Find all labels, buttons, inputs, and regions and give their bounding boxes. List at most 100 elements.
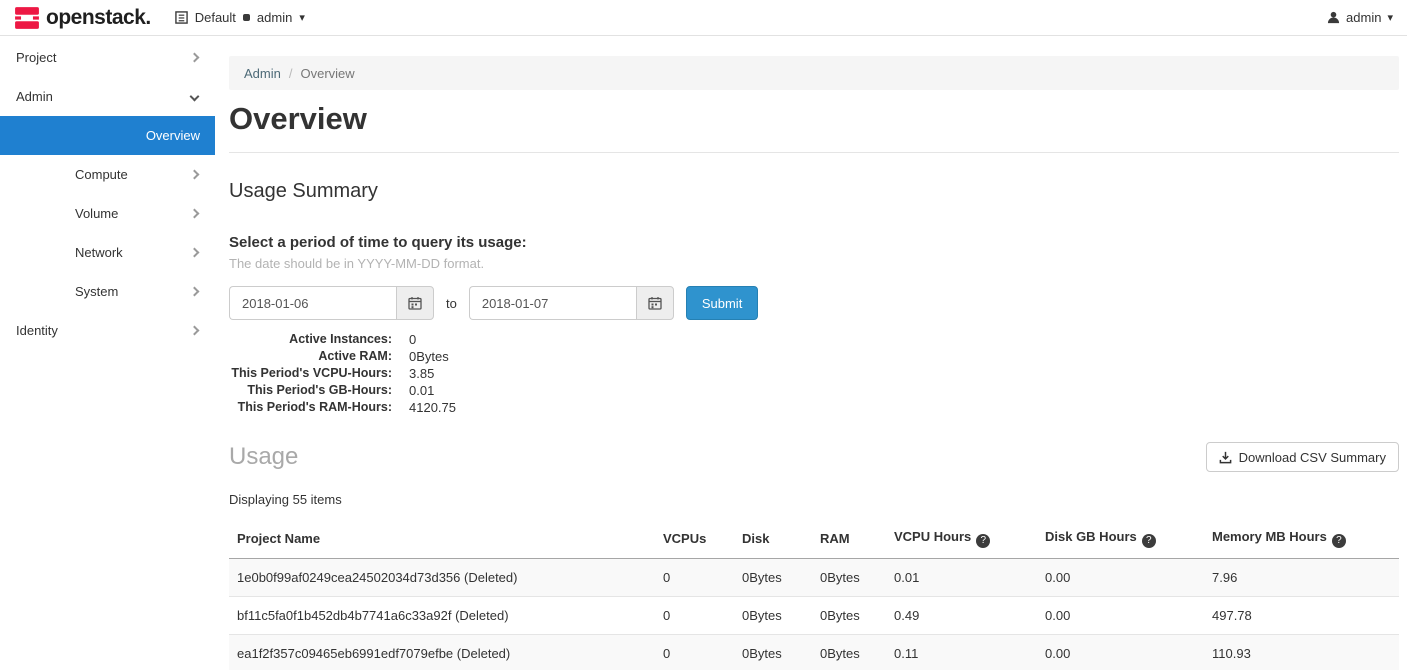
sidebar-item-identity[interactable]: Identity (0, 311, 215, 350)
chevron-down-icon (190, 92, 200, 102)
sidebar-item-label: Admin (16, 89, 53, 104)
chevron-right-icon (190, 170, 200, 180)
download-csv-label: Download CSV Summary (1239, 450, 1386, 465)
domain-label: Default (195, 10, 236, 25)
cell-vcpu-hours: 0.49 (886, 596, 1037, 634)
chevron-right-icon (190, 287, 200, 297)
col-header-vcpus: VCPUs (655, 519, 734, 558)
col-header-disk-gb-hours: Disk GB Hours? (1037, 519, 1204, 558)
sidebar-item-admin[interactable]: Admin (0, 77, 215, 116)
table-row: 1e0b0f99af0249cea24502034d73d356 (Delete… (229, 558, 1399, 596)
table-row: bf11c5fa0f1b452db4b7741a6c33a92f (Delete… (229, 596, 1399, 634)
cell-memory-mb-hours: 497.78 (1204, 596, 1399, 634)
stat-vcpu-hours: This Period's VCPU-Hours: 3.85 (229, 365, 1399, 382)
usage-table: Project Name VCPUs Disk RAM VCPU Hours? … (229, 519, 1399, 670)
table-row: ea1f2f357c09465eb6991edf7079efbe (Delete… (229, 634, 1399, 670)
date-range-to-label: to (446, 296, 457, 311)
cell-ram: 0Bytes (812, 634, 886, 670)
col-header-ram: RAM (812, 519, 886, 558)
help-icon[interactable]: ? (976, 534, 990, 548)
chevron-right-icon (190, 209, 200, 219)
date-to-input[interactable] (469, 286, 636, 320)
sidebar-item-system[interactable]: System (0, 272, 215, 311)
cell-disk-gb-hours: 0.00 (1037, 634, 1204, 670)
chevron-down-icon: ▾ (1387, 11, 1393, 24)
cell-ram: 0Bytes (812, 558, 886, 596)
sidebar-item-compute[interactable]: Compute (0, 155, 215, 194)
date-to-group (469, 286, 674, 320)
cell-vcpus: 0 (655, 558, 734, 596)
usage-heading: Usage (229, 443, 298, 471)
sidebar-item-project[interactable]: Project (0, 38, 215, 77)
help-icon[interactable]: ? (1142, 534, 1156, 548)
brand-wordmark: openstack. (46, 6, 151, 30)
cell-vcpu-hours: 0.01 (886, 558, 1037, 596)
cell-disk-gb-hours: 0.00 (1037, 558, 1204, 596)
context-switcher[interactable]: Default admin ▾ (175, 10, 305, 25)
stat-label: Active Instances: (229, 331, 392, 348)
cell-memory-mb-hours: 7.96 (1204, 558, 1399, 596)
sidebar-item-overview[interactable]: Overview (0, 116, 215, 155)
date-format-hint: The date should be in YYYY-MM-DD format. (229, 256, 1399, 271)
stat-label: This Period's RAM-Hours: (229, 399, 392, 416)
sidebar-item-label: System (75, 284, 118, 299)
user-menu[interactable]: admin ▾ (1327, 10, 1393, 25)
download-csv-button[interactable]: Download CSV Summary (1206, 442, 1399, 472)
cell-ram: 0Bytes (812, 596, 886, 634)
date-from-group (229, 286, 434, 320)
usage-date-form: to Submit (229, 286, 1399, 320)
stat-label: This Period's VCPU-Hours: (229, 365, 392, 382)
sidebar-item-volume[interactable]: Volume (0, 194, 215, 233)
col-header-vcpu-hours: VCPU Hours? (886, 519, 1037, 558)
domain-icon (175, 11, 188, 24)
col-header-project-name: Project Name (229, 519, 655, 558)
project-label: admin (257, 10, 292, 25)
stat-value: 0.01 (409, 382, 434, 399)
cell-project-name: 1e0b0f99af0249cea24502034d73d356 (Delete… (229, 558, 655, 596)
col-header-memory-mb-hours: Memory MB Hours? (1204, 519, 1399, 558)
cell-vcpu-hours: 0.11 (886, 634, 1037, 670)
submit-button[interactable]: Submit (686, 286, 758, 320)
project-icon (243, 14, 250, 21)
sidebar-item-label: Network (75, 245, 123, 260)
cell-project-name: bf11c5fa0f1b452db4b7741a6c33a92f (Delete… (229, 596, 655, 634)
calendar-icon[interactable] (636, 286, 674, 320)
stat-gb-hours: This Period's GB-Hours: 0.01 (229, 382, 1399, 399)
stat-label: Active RAM: (229, 348, 392, 365)
user-label: admin (1346, 10, 1381, 25)
chevron-right-icon (190, 326, 200, 336)
sidebar-item-network[interactable]: Network (0, 233, 215, 272)
stat-value: 4120.75 (409, 399, 456, 416)
breadcrumb: Admin / Overview (229, 56, 1399, 90)
page-title: Overview (229, 101, 1399, 137)
cell-memory-mb-hours: 110.93 (1204, 634, 1399, 670)
stat-ram-hours: This Period's RAM-Hours: 4120.75 (229, 399, 1399, 416)
breadcrumb-admin-link[interactable]: Admin (244, 66, 281, 81)
topbar: openstack. Default admin ▾ admin ▾ (0, 0, 1407, 36)
chevron-right-icon (190, 248, 200, 258)
user-icon (1327, 11, 1340, 24)
usage-section-header: Usage Download CSV Summary (229, 442, 1399, 472)
sidebar-item-label: Overview (146, 128, 200, 143)
cell-disk-gb-hours: 0.00 (1037, 596, 1204, 634)
download-icon (1219, 451, 1232, 464)
calendar-icon[interactable] (396, 286, 434, 320)
usage-summary-heading: Usage Summary (229, 180, 1399, 203)
stat-label: This Period's GB-Hours: (229, 382, 392, 399)
main-content: Admin / Overview Overview Usage Summary … (215, 36, 1407, 670)
help-icon[interactable]: ? (1332, 534, 1346, 548)
cell-project-name: ea1f2f357c09465eb6991edf7079efbe (Delete… (229, 634, 655, 670)
openstack-logo-icon (14, 5, 40, 31)
sidebar-item-label: Project (16, 50, 56, 65)
openstack-logo[interactable]: openstack. (14, 5, 151, 31)
sidebar: Project Admin Overview Compute Volume Ne… (0, 36, 215, 670)
date-range-prompt: Select a period of time to query its usa… (229, 234, 1399, 251)
usage-stats: Active Instances: 0 Active RAM: 0Bytes T… (229, 331, 1399, 416)
sidebar-item-label: Volume (75, 206, 118, 221)
stat-active-instances: Active Instances: 0 (229, 331, 1399, 348)
stat-active-ram: Active RAM: 0Bytes (229, 348, 1399, 365)
date-from-input[interactable] (229, 286, 396, 320)
sidebar-item-label: Identity (16, 323, 58, 338)
sidebar-item-label: Compute (75, 167, 128, 182)
stat-value: 0Bytes (409, 348, 449, 365)
